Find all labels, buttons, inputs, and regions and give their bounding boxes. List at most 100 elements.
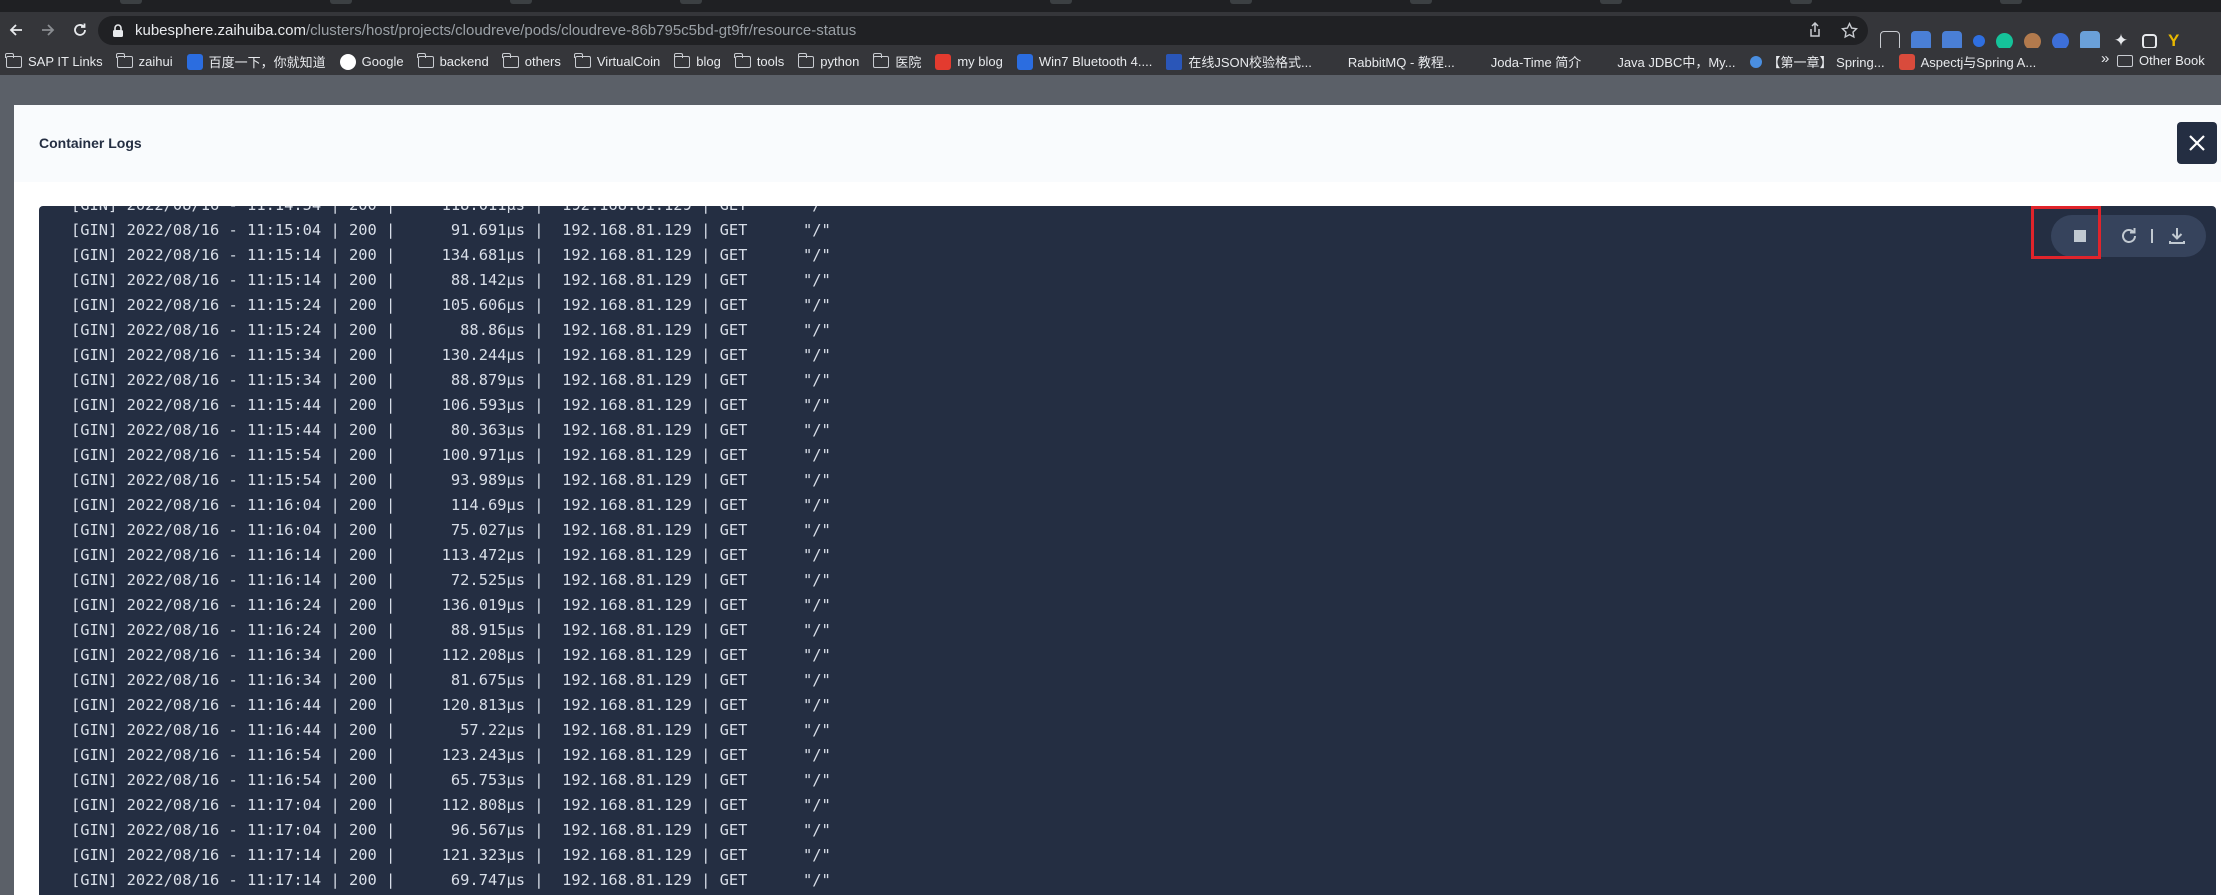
- tab-edge[interactable]: [1230, 0, 1252, 4]
- site-icon: [1595, 54, 1611, 70]
- log-line: [GIN] 2022/08/16 - 11:15:54 | 200 | 100.…: [71, 446, 831, 464]
- c-icon: [935, 53, 952, 70]
- toolbar-divider: [2151, 229, 2153, 243]
- folder-icon: [116, 52, 133, 68]
- log-line: [GIN] 2022/08/16 - 11:16:14 | 200 | 72.5…: [71, 571, 831, 589]
- bookmark-item[interactable]: zaihui: [116, 52, 173, 69]
- bookmark-label: VirtualCoin: [596, 54, 661, 69]
- other-bookmarks-label: Other Book: [2139, 53, 2205, 68]
- tab-edge[interactable]: [120, 0, 142, 4]
- bookmark-item[interactable]: 在线JSON校验格式...: [1166, 52, 1312, 71]
- bookmark-item[interactable]: Java JDBC中，My...: [1595, 52, 1735, 71]
- bookmark-label: Win7 Bluetooth 4....: [1038, 54, 1153, 69]
- other-bookmarks[interactable]: Other Book: [2117, 53, 2205, 68]
- tab-edge[interactable]: [2000, 0, 2022, 4]
- bookmark-label: Aspectj与Spring A...: [1920, 55, 2037, 70]
- close-button[interactable]: [2177, 122, 2217, 164]
- log-viewer[interactable]: [GIN] 2022/08/16 - 11:14:54 | 200 | 118.…: [39, 206, 2216, 895]
- grammarly-icon[interactable]: [1996, 32, 2013, 50]
- modal-title: Container Logs: [39, 135, 142, 151]
- share-icon[interactable]: [1806, 21, 1824, 39]
- bookmark-label: others: [524, 54, 561, 69]
- log-line: [GIN] 2022/08/16 - 11:15:54 | 200 | 93.9…: [71, 471, 831, 489]
- baidu-icon: [186, 53, 203, 70]
- bookmark-label: 在线JSON校验格式...: [1188, 55, 1312, 70]
- log-line: [GIN] 2022/08/16 - 11:16:34 | 200 | 81.6…: [71, 671, 831, 689]
- lock-icon[interactable]: [110, 23, 126, 39]
- sidebar-icon[interactable]: [2142, 33, 2157, 49]
- extension-blue-icon[interactable]: [2052, 32, 2069, 50]
- monkey-icon[interactable]: [2024, 32, 2041, 50]
- log-line: [GIN] 2022/08/16 - 11:16:44 | 200 | 57.2…: [71, 721, 831, 739]
- bookmark-label: 百度一下，你就知道: [208, 55, 326, 70]
- tab-edge[interactable]: [1600, 0, 1622, 4]
- reload-button[interactable]: [64, 16, 96, 44]
- bookmark-item[interactable]: Joda-Time 简介: [1469, 52, 1582, 71]
- forward-button[interactable]: [32, 16, 64, 44]
- log-line: [GIN] 2022/08/16 - 11:15:24 | 200 | 105.…: [71, 296, 831, 314]
- bookmark-label: blog: [696, 54, 721, 69]
- bookmark-item[interactable]: tools: [734, 52, 785, 69]
- log-line: [GIN] 2022/08/16 - 11:16:24 | 200 | 88.9…: [71, 621, 831, 639]
- refresh-button[interactable]: [2109, 215, 2149, 257]
- log-line: [GIN] 2022/08/16 - 11:16:24 | 200 | 136.…: [71, 596, 831, 614]
- bookmark-item[interactable]: Aspectj与Spring A...: [1898, 52, 2037, 71]
- tab-edge[interactable]: [1790, 0, 1812, 4]
- bookmark-item[interactable]: 【第一章】 Spring...: [1749, 52, 1885, 71]
- log-line: [GIN] 2022/08/16 - 11:15:44 | 200 | 106.…: [71, 396, 831, 414]
- bookmark-star-icon[interactable]: [1840, 21, 1858, 39]
- log-line: [GIN] 2022/08/16 - 11:15:34 | 200 | 130.…: [71, 346, 831, 364]
- bookmark-item[interactable]: backend: [416, 52, 489, 69]
- folder-icon: [416, 52, 434, 68]
- bookmarks-more-button[interactable]: »: [2101, 50, 2109, 67]
- folder-icon: [797, 52, 815, 68]
- log-line: [GIN] 2022/08/16 - 11:17:04 | 200 | 96.5…: [71, 821, 831, 839]
- bookmark-label: 医院: [895, 55, 922, 70]
- log-line: [GIN] 2022/08/16 - 11:15:24 | 200 | 88.8…: [71, 321, 831, 339]
- bookmark-label: tools: [756, 54, 785, 69]
- bookmark-item[interactable]: Win7 Bluetooth 4....: [1016, 53, 1153, 70]
- log-line: [GIN] 2022/08/16 - 11:16:54 | 200 | 65.7…: [71, 771, 831, 789]
- log-line: [GIN] 2022/08/16 - 11:15:14 | 200 | 134.…: [71, 246, 831, 264]
- tab-edge[interactable]: [1050, 0, 1072, 4]
- site-icon: [1326, 54, 1342, 70]
- bookmark-item[interactable]: RabbitMQ - 教程...: [1326, 52, 1455, 71]
- bookmark-label: RabbitMQ - 教程...: [1347, 55, 1455, 70]
- tab-edge[interactable]: [330, 0, 352, 4]
- bookmark-item[interactable]: VirtualCoin: [574, 52, 661, 69]
- annotation-highlight: [2031, 206, 2101, 259]
- bookmark-item[interactable]: 百度一下，你就知道: [186, 52, 326, 71]
- download-button[interactable]: [2155, 215, 2199, 257]
- log-line: [GIN] 2022/08/16 - 11:15:44 | 200 | 80.3…: [71, 421, 831, 439]
- tab-edge[interactable]: [1410, 0, 1432, 4]
- url-path: /clusters/host/projects/cloudreve/pods/c…: [305, 22, 857, 39]
- log-line: [GIN] 2022/08/16 - 11:16:04 | 200 | 75.0…: [71, 521, 831, 539]
- bookmark-label: my blog: [957, 54, 1003, 69]
- reload-icon: [74, 23, 86, 36]
- bookmark-item[interactable]: python: [797, 52, 859, 69]
- tab-edge[interactable]: [510, 0, 532, 4]
- bookmark-item[interactable]: my blog: [935, 53, 1003, 70]
- url-host: kubesphere.zaihuiba.com: [135, 22, 306, 39]
- folder-icon: [502, 52, 519, 68]
- folder-icon: [734, 52, 751, 68]
- folder-icon: [872, 52, 890, 68]
- bookmark-item[interactable]: blog: [673, 52, 721, 69]
- log-line: [GIN] 2022/08/16 - 11:15:34 | 200 | 88.8…: [71, 371, 831, 389]
- download-icon: [2169, 228, 2185, 244]
- bookmark-item[interactable]: Google: [339, 53, 404, 70]
- bookmark-label: Google: [361, 54, 404, 69]
- address-url[interactable]: kubesphere.zaihuiba.com/clusters/host/pr…: [135, 22, 856, 39]
- refresh-icon: [2122, 228, 2136, 243]
- gem-icon[interactable]: [1973, 35, 1985, 47]
- tab-edge[interactable]: [680, 0, 702, 4]
- bookmark-item[interactable]: 医院: [872, 52, 922, 71]
- log-line: [GIN] 2022/08/16 - 11:16:54 | 200 | 123.…: [71, 746, 831, 764]
- log-line: [GIN] 2022/08/16 - 11:17:04 | 200 | 112.…: [71, 796, 831, 814]
- bookmark-item[interactable]: others: [502, 52, 561, 69]
- back-button[interactable]: [0, 16, 32, 44]
- site-icon: [1469, 54, 1485, 70]
- bookmark-item[interactable]: SAP IT Links: [5, 52, 103, 69]
- bookmark-label: backend: [439, 54, 489, 69]
- address-bar[interactable]: kubesphere.zaihuiba.com/clusters/host/pr…: [98, 16, 1868, 45]
